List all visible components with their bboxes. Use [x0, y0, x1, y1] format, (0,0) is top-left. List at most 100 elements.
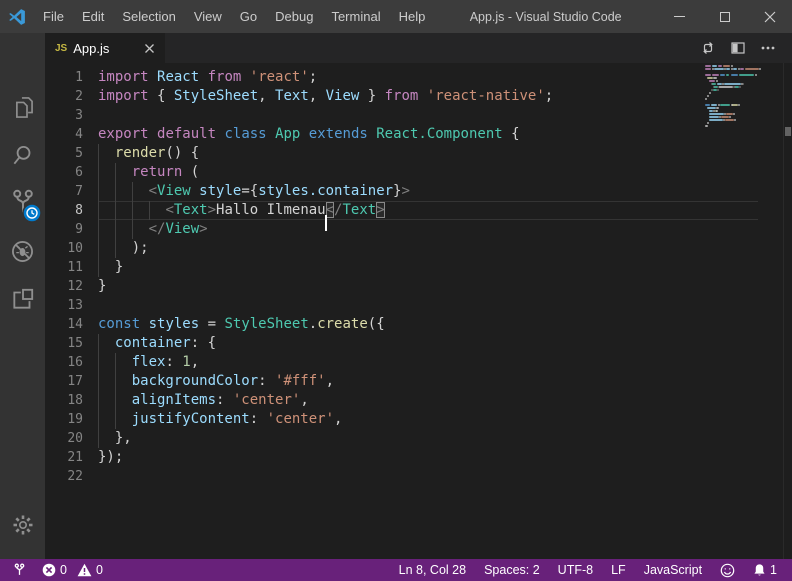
- feedback-button[interactable]: [715, 559, 740, 581]
- search-icon: [10, 142, 36, 168]
- menu-item-view[interactable]: View: [185, 0, 231, 33]
- line-number: 14: [45, 315, 98, 334]
- code-line-16[interactable]: 16 flex: 1,: [45, 353, 758, 372]
- language-mode-status[interactable]: JavaScript: [639, 559, 707, 581]
- code-line-9[interactable]: 9 </View>: [45, 220, 758, 239]
- line-number: 13: [45, 296, 98, 315]
- code-line-22[interactable]: 22: [45, 467, 758, 486]
- more-actions-button[interactable]: [758, 38, 778, 58]
- code-line-20[interactable]: 20 },: [45, 429, 758, 448]
- split-editor-icon: [731, 41, 745, 55]
- code-line-2[interactable]: 2import { StyleSheet, Text, View } from …: [45, 87, 758, 106]
- sync-changes-button[interactable]: [698, 38, 718, 58]
- line-number: 18: [45, 391, 98, 410]
- code-line-4[interactable]: 4export default class App extends React.…: [45, 125, 758, 144]
- warning-icon: [77, 563, 92, 577]
- overview-cursor-marker: [785, 127, 791, 136]
- window-controls: [657, 0, 792, 33]
- code-line-1[interactable]: 1import React from 'react';: [45, 68, 758, 87]
- code-line-12[interactable]: 12}: [45, 277, 758, 296]
- tab-bar: JS App.js: [0, 33, 792, 63]
- eol-label: LF: [611, 563, 626, 577]
- line-number: 8: [45, 201, 98, 220]
- line-number: 9: [45, 220, 98, 239]
- code-line-3[interactable]: 3: [45, 106, 758, 125]
- line-number: 20: [45, 429, 98, 448]
- title-bar: FileEditSelectionViewGoDebugTerminalHelp…: [0, 0, 792, 33]
- indentation-label: Spaces: 2: [484, 563, 540, 577]
- notifications-button[interactable]: 1: [748, 559, 782, 581]
- sidebar-item-explorer[interactable]: [0, 83, 45, 131]
- line-number: 6: [45, 163, 98, 182]
- language-label: JavaScript: [644, 563, 702, 577]
- menu-bar: FileEditSelectionViewGoDebugTerminalHelp: [34, 0, 434, 33]
- line-number: 1: [45, 68, 98, 87]
- code-line-18[interactable]: 18 alignItems: 'center',: [45, 391, 758, 410]
- editor-pane[interactable]: 1import React from 'react';2import { Sty…: [45, 63, 792, 559]
- menu-item-edit[interactable]: Edit: [73, 0, 113, 33]
- code-line-11[interactable]: 11 }: [45, 258, 758, 277]
- menu-item-terminal[interactable]: Terminal: [322, 0, 389, 33]
- encoding-label: UTF-8: [558, 563, 593, 577]
- code-line-7[interactable]: 7 <View style={styles.container}>: [45, 182, 758, 201]
- menu-item-go[interactable]: Go: [231, 0, 266, 33]
- code-area[interactable]: 1import React from 'react';2import { Sty…: [45, 68, 758, 486]
- maximize-button[interactable]: [702, 0, 747, 33]
- sync-icon: [700, 40, 716, 56]
- menu-item-file[interactable]: File: [34, 0, 73, 33]
- line-col-label: Ln 8, Col 28: [399, 563, 466, 577]
- problems-status[interactable]: 0 0: [37, 559, 108, 581]
- line-number: 22: [45, 467, 98, 486]
- code-line-13[interactable]: 13: [45, 296, 758, 315]
- cursor-position-status[interactable]: Ln 8, Col 28: [394, 559, 471, 581]
- line-number: 17: [45, 372, 98, 391]
- smiley-icon: [720, 563, 735, 578]
- vscode-logo-icon: [0, 0, 34, 33]
- code-line-19[interactable]: 19 justifyContent: 'center',: [45, 410, 758, 429]
- code-line-15[interactable]: 15 container: {: [45, 334, 758, 353]
- line-number: 15: [45, 334, 98, 353]
- code-line-8[interactable]: 8 <Text>Hallo Ilmenau</Text>: [45, 201, 758, 220]
- code-line-6[interactable]: 6 return (: [45, 163, 758, 182]
- menu-item-debug[interactable]: Debug: [266, 0, 322, 33]
- menu-item-selection[interactable]: Selection: [113, 0, 184, 33]
- minimap[interactable]: [705, 65, 763, 137]
- menu-item-help[interactable]: Help: [390, 0, 435, 33]
- minimize-button[interactable]: [657, 0, 702, 33]
- ellipsis-icon: [760, 40, 776, 56]
- split-editor-button[interactable]: [728, 38, 748, 58]
- line-number: 3: [45, 106, 98, 125]
- code-line-10[interactable]: 10 );: [45, 239, 758, 258]
- tab-close-button[interactable]: [141, 40, 157, 56]
- tab-appjs[interactable]: JS App.js: [45, 33, 165, 63]
- minimize-icon: [674, 16, 685, 17]
- code-line-17[interactable]: 17 backgroundColor: '#fff',: [45, 372, 758, 391]
- clock-badge-icon: [22, 203, 42, 223]
- close-icon: [145, 44, 154, 53]
- manage-button[interactable]: [0, 501, 45, 549]
- overview-ruler[interactable]: [783, 63, 792, 559]
- sidebar-item-search[interactable]: [0, 131, 45, 179]
- debug-disabled-icon: [9, 238, 36, 265]
- tabstrip-activity-gap: [0, 33, 45, 63]
- sidebar-item-extensions[interactable]: [0, 275, 45, 323]
- explorer-icon: [9, 94, 36, 121]
- editor-actions: [698, 33, 792, 63]
- eol-status[interactable]: LF: [606, 559, 631, 581]
- code-line-21[interactable]: 21});: [45, 448, 758, 467]
- sidebar-item-debug[interactable]: [0, 227, 45, 275]
- extensions-icon: [10, 286, 36, 312]
- line-number: 11: [45, 258, 98, 277]
- indentation-status[interactable]: Spaces: 2: [479, 559, 545, 581]
- window-title: App.js - Visual Studio Code: [434, 0, 657, 33]
- line-number: 19: [45, 410, 98, 429]
- sidebar-item-source-control[interactable]: [0, 179, 45, 227]
- tab-label: App.js: [73, 41, 135, 56]
- git-branch-status[interactable]: [8, 559, 31, 581]
- close-button[interactable]: [747, 0, 792, 33]
- close-icon: [764, 11, 776, 23]
- encoding-status[interactable]: UTF-8: [553, 559, 598, 581]
- code-line-14[interactable]: 14const styles = StyleSheet.create({: [45, 315, 758, 334]
- code-line-5[interactable]: 5 render() {: [45, 144, 758, 163]
- line-number: 21: [45, 448, 98, 467]
